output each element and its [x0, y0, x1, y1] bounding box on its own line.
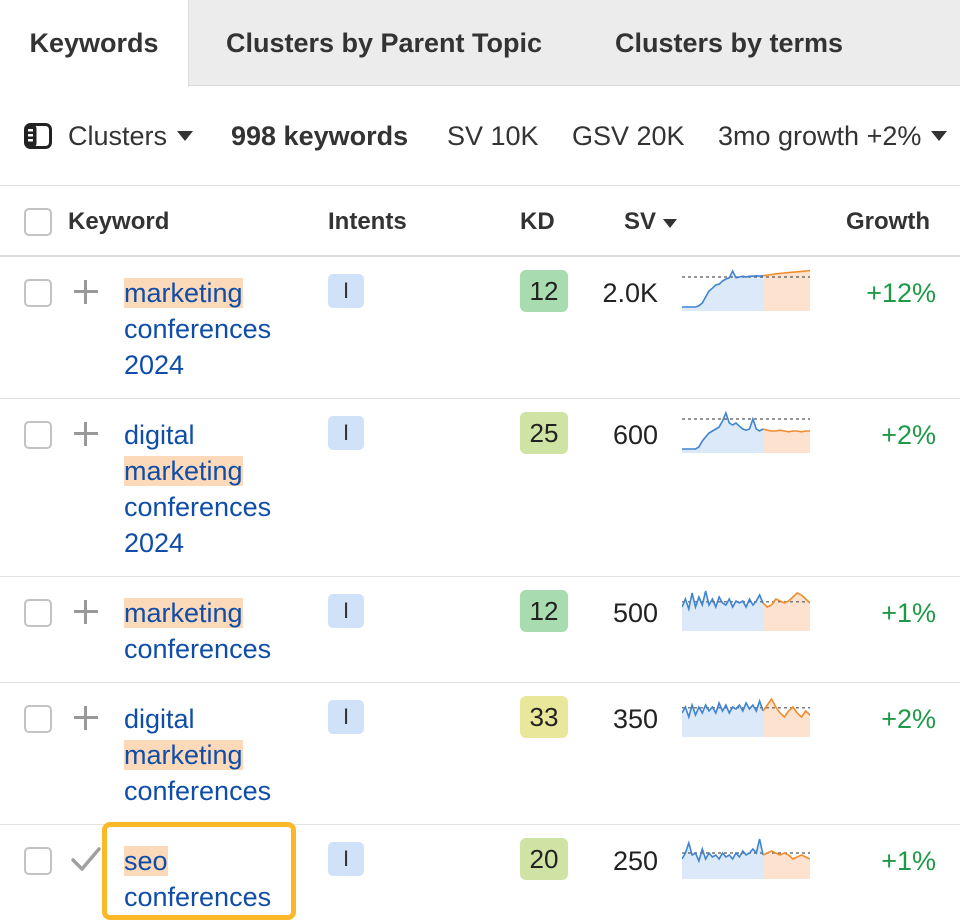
row-checkbox[interactable]	[24, 847, 52, 875]
search-volume: 350	[612, 704, 658, 734]
chevron-down-icon	[931, 131, 948, 141]
column-keyword[interactable]: Keyword	[68, 187, 169, 257]
intent-badge: I	[328, 700, 364, 734]
keyword-line: conferences	[124, 776, 272, 806]
keyword-link[interactable]: marketing conferences 2024	[124, 275, 304, 383]
keyword-line: conferences	[124, 882, 272, 912]
growth-label: 3mo growth +2%	[718, 120, 922, 151]
table-header: Keyword Intents KD SV Growth	[0, 187, 960, 257]
kd-badge: 25	[520, 412, 568, 454]
growth-value: +1%	[881, 598, 936, 628]
tab-clusters-by-parent-topic[interactable]: Clusters by Parent Topic	[189, 0, 579, 86]
tab-clusters-by-terms[interactable]: Clusters by terms	[579, 0, 879, 86]
trend-sparkline	[682, 697, 810, 737]
trend-sparkline	[682, 269, 810, 311]
column-intents[interactable]: Intents	[328, 187, 407, 257]
table-row: digital marketing conferences 2024 I 25 …	[0, 399, 960, 577]
keyword-line: marketing	[124, 740, 243, 770]
tab-keywords[interactable]: Keywords	[0, 0, 189, 87]
intent-badge: I	[328, 416, 364, 450]
trend-sparkline	[682, 590, 810, 631]
column-sv-label: SV	[624, 208, 657, 235]
keyword-line: 2024	[124, 350, 185, 380]
plus-icon[interactable]	[72, 420, 100, 448]
table-row: seo conferences I 20 250 +1%	[0, 825, 960, 924]
clusters-dropdown[interactable]: Clusters	[24, 86, 194, 186]
growth-value: +2%	[881, 420, 936, 450]
forecast-area	[763, 699, 810, 737]
checkmark-icon[interactable]	[70, 845, 102, 873]
keyword-link[interactable]: digital marketing conferences 2024	[124, 417, 304, 561]
search-volume: 2.0K	[602, 278, 658, 308]
forecast-area	[763, 593, 810, 631]
plus-icon[interactable]	[72, 598, 100, 626]
trend-sparkline	[682, 410, 810, 453]
keyword-link[interactable]: seo conferences	[124, 843, 304, 915]
forecast-area	[763, 429, 810, 453]
growth-value: +1%	[881, 846, 936, 876]
intent-badge: I	[328, 594, 364, 628]
clusters-label: Clusters	[68, 120, 168, 151]
search-volume: 250	[612, 846, 658, 876]
keyword-line: conferences	[124, 634, 272, 664]
plus-icon[interactable]	[72, 704, 100, 732]
keyword-line: marketing	[124, 598, 243, 628]
history-area	[682, 591, 763, 631]
row-checkbox[interactable]	[24, 705, 52, 733]
kd-badge: 12	[520, 590, 568, 632]
chevron-down-icon	[177, 131, 194, 141]
keyword-line: marketing	[124, 278, 243, 308]
table-row: digital marketing conferences I 33 350 +…	[0, 683, 960, 825]
keyword-line: marketing	[124, 456, 243, 486]
keyword-line: digital	[124, 704, 195, 734]
plus-icon[interactable]	[72, 278, 100, 306]
intent-badge: I	[328, 274, 364, 308]
keyword-line: seo	[124, 846, 168, 876]
row-checkbox[interactable]	[24, 279, 52, 307]
intent-badge: I	[328, 842, 364, 876]
column-kd[interactable]: KD	[520, 187, 555, 257]
trend-sparkline	[682, 838, 810, 879]
select-all-checkbox[interactable]	[24, 208, 52, 236]
select-all-cell	[24, 187, 52, 257]
row-checkbox[interactable]	[24, 421, 52, 449]
keyword-line: 2024	[124, 528, 185, 558]
sort-desc-icon	[663, 218, 678, 228]
growth-value: +2%	[881, 704, 936, 734]
tab-bar: Keywords Clusters by Parent Topic Cluste…	[0, 0, 960, 87]
column-growth[interactable]: Growth	[846, 187, 930, 257]
growth-dropdown[interactable]: 3mo growth +2%	[718, 86, 948, 186]
kd-badge: 33	[520, 696, 568, 738]
forecast-line	[762, 428, 810, 433]
global-search-volume: GSV 20K	[572, 120, 685, 151]
column-sv[interactable]: SV	[624, 187, 678, 257]
keyword-line: conferences	[124, 314, 272, 344]
kd-badge: 12	[520, 270, 568, 312]
keyword-link[interactable]: digital marketing conferences	[124, 701, 304, 809]
keyword-line: digital	[124, 420, 195, 450]
table-row: marketing conferences 2024 I 12 2.0K +12…	[0, 257, 960, 399]
row-checkbox[interactable]	[24, 599, 52, 627]
summary-toolbar: Clusters 998 keywords SV 10K GSV 20K 3mo…	[0, 86, 960, 186]
keywords-count: 998 keywords	[231, 120, 409, 151]
search-volume: 500	[612, 598, 658, 628]
history-area	[682, 839, 763, 879]
growth-value: +12%	[866, 278, 936, 308]
total-search-volume: SV 10K	[447, 120, 539, 151]
search-volume: 600	[612, 420, 658, 450]
table-row: marketing conferences I 12 500 +1%	[0, 577, 960, 683]
kd-badge: 20	[520, 838, 568, 880]
keyword-line: conferences	[124, 492, 272, 522]
keyword-link[interactable]: marketing conferences	[124, 595, 304, 667]
sidebar-panel-icon	[24, 123, 52, 149]
